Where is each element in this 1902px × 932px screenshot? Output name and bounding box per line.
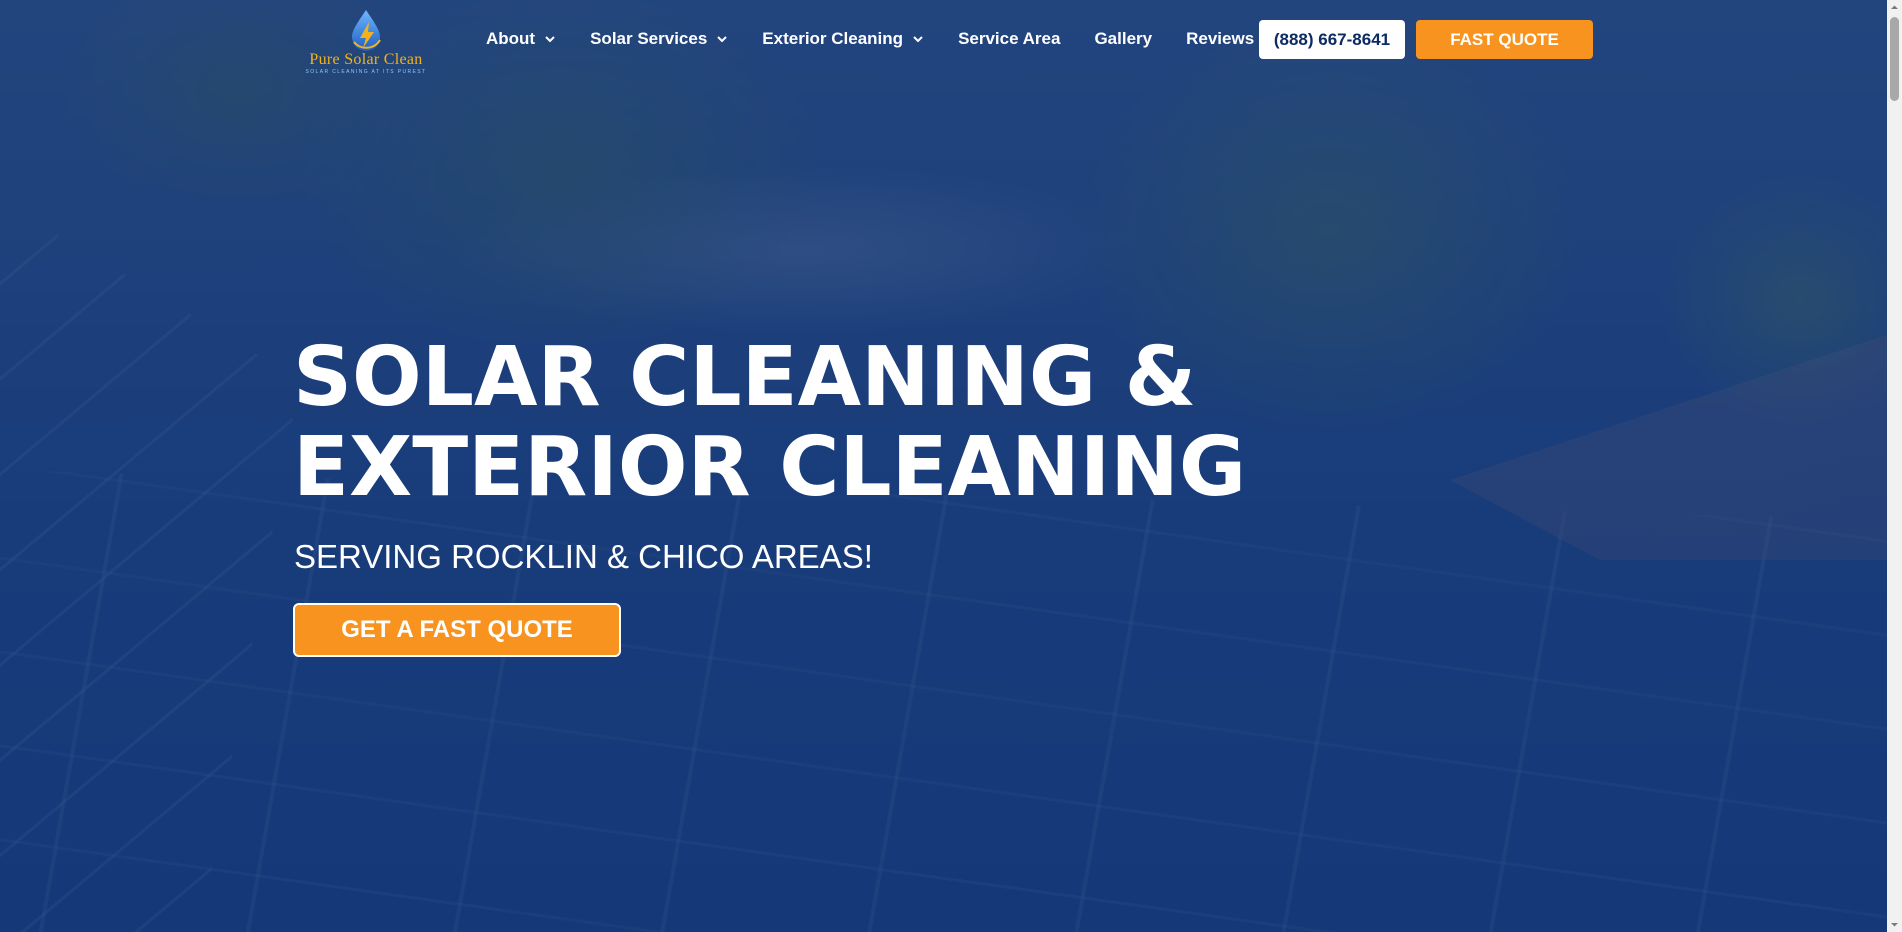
logo-tagline: SOLAR CLEANING AT ITS PUREST (305, 69, 427, 75)
site-header: Pure Solar Clean SOLAR CLEANING AT ITS P… (0, 0, 1902, 80)
nav-item-label: Service Area (958, 29, 1061, 48)
water-drop-lightning-icon (352, 10, 381, 51)
nav-item-label: Reviews (1186, 29, 1255, 48)
hero-headline-line1: SOLAR CLEANING & (293, 330, 1197, 425)
logo-title: Pure Solar Clean (309, 51, 423, 68)
phone-button[interactable]: (888) 667-8641 (1259, 20, 1405, 59)
nav-item-service-area[interactable]: Service Area (958, 29, 1060, 49)
chevron-down-icon (545, 36, 555, 43)
hero-subheadline: SERVING ROCKLIN & CHICO AREAS! (294, 538, 873, 575)
nav-item-exterior-cleaning[interactable]: Exterior Cleaning (762, 29, 924, 49)
hero-headline-line2: EXTERIOR CLEANING (293, 420, 1247, 515)
nav-item-label: Exterior Cleaning (762, 29, 904, 48)
nav-item-solar-services[interactable]: Solar Services (590, 29, 728, 49)
scrollbar-thumb[interactable] (1890, 17, 1899, 101)
scroll-down-arrow-icon[interactable] (1890, 920, 1899, 929)
nav-item-label: Gallery (1094, 29, 1153, 48)
page-scrollbar[interactable] (1887, 0, 1902, 932)
nav-item-about[interactable]: About (486, 29, 556, 49)
nav-item-label: Solar Services (590, 29, 708, 48)
hero-section: Pure Solar Clean SOLAR CLEANING AT ITS P… (0, 0, 1902, 932)
nav-item-reviews[interactable]: Reviews (1186, 29, 1254, 49)
fast-quote-button[interactable]: FAST QUOTE (1416, 20, 1593, 59)
nav-item-gallery[interactable]: Gallery (1094, 29, 1152, 49)
chevron-down-icon (717, 36, 728, 43)
get-fast-quote-button[interactable]: GET A FAST QUOTE (293, 603, 621, 657)
hero-headline: SOLAR CLEANING & EXTERIOR CLEANING (293, 333, 1246, 513)
scroll-up-arrow-icon[interactable] (1890, 3, 1899, 12)
chevron-down-icon (913, 36, 923, 43)
main-nav: About Solar Services Exterior Cleaning S… (486, 27, 1254, 51)
nav-item-label: About (486, 29, 536, 48)
site-logo[interactable]: Pure Solar Clean SOLAR CLEANING AT ITS P… (294, 8, 438, 76)
